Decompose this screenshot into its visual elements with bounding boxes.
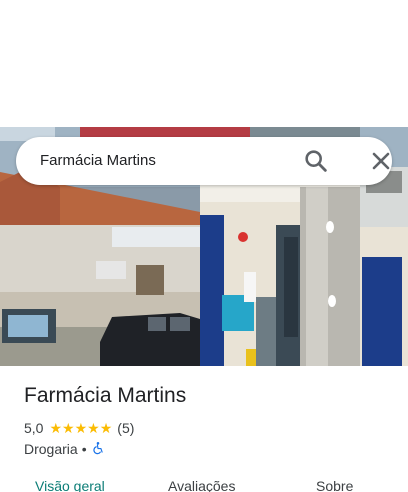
- rating-row[interactable]: 5,0 ★ ★ ★ ★ ★ (5): [24, 419, 134, 437]
- star-icon: ★: [49, 420, 63, 436]
- star-icon: ★: [62, 420, 75, 436]
- blank-area: [0, 0, 408, 127]
- review-count[interactable]: (5): [117, 420, 134, 436]
- close-icon[interactable]: [367, 147, 395, 175]
- wheelchair-accessible-icon: [91, 441, 105, 458]
- search-bar[interactable]: Farmácia Martins: [16, 137, 392, 185]
- tab-about[interactable]: Sobre: [316, 478, 353, 492]
- star-icon: ★: [74, 420, 88, 436]
- search-input[interactable]: Farmácia Martins: [40, 152, 156, 169]
- place-category[interactable]: Drogaria: [24, 441, 78, 457]
- star-icon: ★: [87, 420, 100, 436]
- separator-dot: •: [81, 441, 87, 457]
- tab-bar: Visão geral Avaliações Sobre: [0, 472, 408, 492]
- tab-reviews[interactable]: Avaliações: [168, 478, 235, 492]
- star-rating: ★ ★ ★ ★ ★: [49, 421, 112, 435]
- tab-overview[interactable]: Visão geral: [35, 478, 105, 492]
- rating-value: 5,0: [24, 420, 44, 436]
- search-icon[interactable]: [302, 147, 330, 175]
- category-row: Drogaria •: [24, 440, 105, 458]
- place-title: Farmácia Martins: [24, 384, 187, 407]
- star-icon: ★: [99, 420, 113, 436]
